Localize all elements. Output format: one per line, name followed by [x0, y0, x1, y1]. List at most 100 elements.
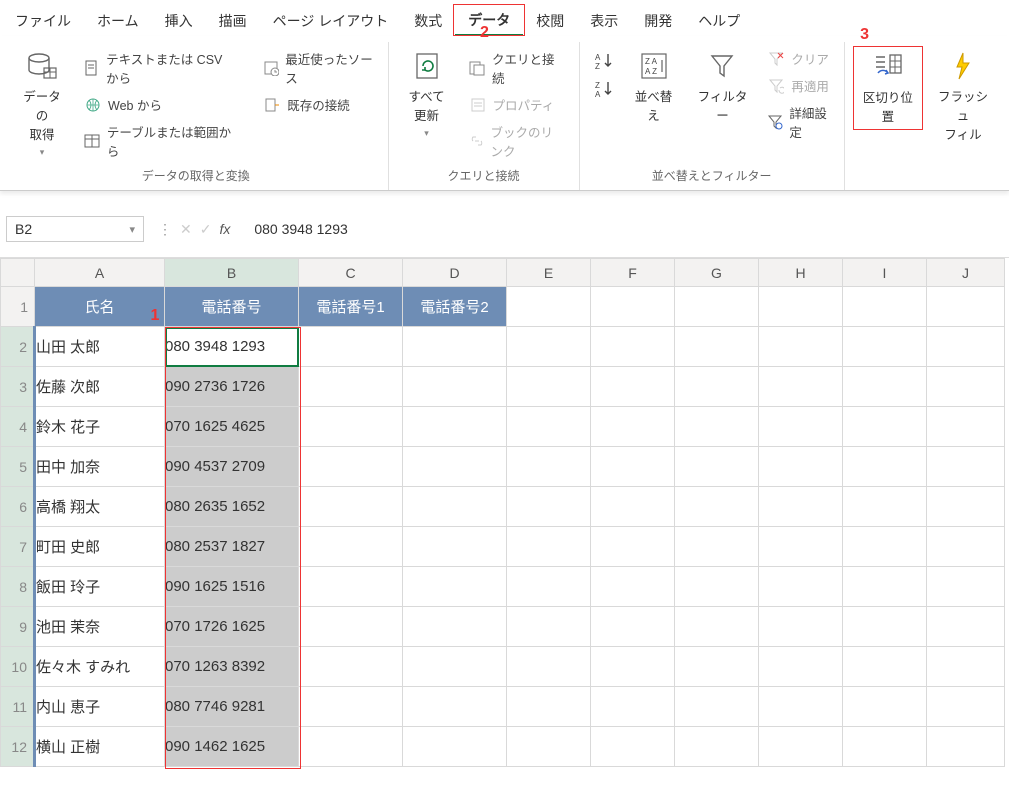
menu-ヘルプ[interactable]: ヘルプ — [685, 7, 753, 35]
cell[interactable] — [675, 327, 759, 367]
cell[interactable] — [299, 327, 403, 367]
cell[interactable] — [591, 487, 675, 527]
cell[interactable] — [403, 607, 507, 647]
existing-connections-button[interactable]: 既存の接続 — [257, 92, 379, 117]
cell[interactable] — [403, 367, 507, 407]
flash-fill-button[interactable]: フラッシュ フィル — [929, 46, 997, 147]
cell[interactable]: 080 2635 1652 — [165, 487, 299, 527]
cell[interactable] — [299, 567, 403, 607]
cell[interactable] — [843, 367, 927, 407]
col-header-A[interactable]: A — [35, 259, 165, 287]
cell[interactable] — [591, 567, 675, 607]
cancel-icon[interactable]: ✕ — [180, 221, 192, 238]
cell[interactable] — [591, 727, 675, 767]
advanced-filter-button[interactable]: 詳細設定 — [761, 100, 835, 144]
cell[interactable] — [927, 567, 1005, 607]
cell[interactable] — [759, 687, 843, 727]
from-table-button[interactable]: テーブルまたは範囲から — [78, 119, 241, 163]
cell[interactable]: 070 1263 8392 — [165, 647, 299, 687]
cell[interactable] — [299, 687, 403, 727]
row-header-12[interactable]: 12 — [1, 727, 35, 767]
refresh-all-button[interactable]: すべて 更新 ▾ — [397, 46, 457, 143]
cell[interactable] — [299, 727, 403, 767]
cell[interactable] — [759, 727, 843, 767]
cell[interactable] — [843, 527, 927, 567]
cell[interactable] — [507, 407, 591, 447]
cell[interactable] — [591, 287, 675, 327]
menu-ホーム[interactable]: ホーム — [84, 7, 152, 35]
menu-ファイル[interactable]: ファイル — [2, 7, 84, 35]
cell[interactable] — [299, 527, 403, 567]
cell[interactable] — [403, 727, 507, 767]
fx-icon[interactable]: fx — [219, 221, 230, 237]
cell[interactable] — [927, 287, 1005, 327]
cell[interactable] — [507, 687, 591, 727]
col-header-G[interactable]: G — [675, 259, 759, 287]
cell[interactable]: 内山 恵子 — [35, 687, 165, 727]
row-header-6[interactable]: 6 — [1, 487, 35, 527]
cell[interactable] — [759, 447, 843, 487]
cell[interactable] — [675, 367, 759, 407]
cell[interactable] — [507, 327, 591, 367]
cell[interactable]: 090 4537 2709 — [165, 447, 299, 487]
text-to-columns-button[interactable]: 区切り位置 — [853, 46, 923, 130]
cell[interactable]: 080 2537 1827 — [165, 527, 299, 567]
row-header-3[interactable]: 3 — [1, 367, 35, 407]
cell[interactable] — [675, 607, 759, 647]
table-header-cell[interactable]: 電話番号1 — [299, 287, 403, 327]
cell[interactable] — [675, 487, 759, 527]
menu-数式[interactable]: 数式 — [401, 7, 455, 35]
cell[interactable] — [675, 287, 759, 327]
cell[interactable] — [507, 647, 591, 687]
cell[interactable] — [591, 367, 675, 407]
cell[interactable] — [843, 687, 927, 727]
cell[interactable] — [403, 407, 507, 447]
cell[interactable] — [299, 447, 403, 487]
cell[interactable] — [299, 367, 403, 407]
cell[interactable] — [591, 647, 675, 687]
cell[interactable] — [675, 647, 759, 687]
cell[interactable]: 090 1462 1625 — [165, 727, 299, 767]
filter-button[interactable]: フィルター — [690, 46, 756, 128]
cell[interactable] — [927, 487, 1005, 527]
sort-asc-button[interactable]: AZ — [592, 50, 614, 72]
menu-開発[interactable]: 開発 — [631, 7, 685, 35]
cell[interactable]: 070 1625 4625 — [165, 407, 299, 447]
cell[interactable] — [927, 687, 1005, 727]
menu-描画[interactable]: 描画 — [206, 7, 260, 35]
cell[interactable] — [927, 727, 1005, 767]
cell[interactable] — [675, 447, 759, 487]
cell[interactable] — [843, 487, 927, 527]
cell[interactable] — [403, 647, 507, 687]
cell[interactable] — [927, 407, 1005, 447]
cell[interactable] — [591, 607, 675, 647]
cell[interactable] — [591, 327, 675, 367]
col-header-D[interactable]: D — [403, 259, 507, 287]
cell[interactable] — [843, 607, 927, 647]
cell[interactable] — [843, 727, 927, 767]
get-data-button[interactable]: データの 取得 ▾ — [12, 46, 72, 162]
cell[interactable] — [927, 527, 1005, 567]
col-header-H[interactable]: H — [759, 259, 843, 287]
cell[interactable] — [759, 647, 843, 687]
row-header-11[interactable]: 11 — [1, 687, 35, 727]
row-header-10[interactable]: 10 — [1, 647, 35, 687]
row-header-9[interactable]: 9 — [1, 607, 35, 647]
from-web-button[interactable]: Web から — [78, 92, 241, 117]
cell[interactable] — [927, 327, 1005, 367]
col-header-J[interactable]: J — [927, 259, 1005, 287]
cell[interactable] — [675, 687, 759, 727]
cell[interactable] — [591, 447, 675, 487]
cell[interactable]: 090 2736 1726 — [165, 367, 299, 407]
cell[interactable] — [759, 527, 843, 567]
cell[interactable] — [403, 527, 507, 567]
col-header-I[interactable]: I — [843, 259, 927, 287]
cell[interactable] — [403, 327, 507, 367]
cell[interactable] — [507, 727, 591, 767]
cell[interactable] — [675, 527, 759, 567]
cell[interactable]: 佐藤 次郎 — [35, 367, 165, 407]
menu-校閲[interactable]: 校閲 — [523, 7, 577, 35]
cell[interactable] — [403, 567, 507, 607]
formula-input[interactable]: 080 3948 1293 — [244, 217, 1003, 241]
cell[interactable]: 飯田 玲子 — [35, 567, 165, 607]
